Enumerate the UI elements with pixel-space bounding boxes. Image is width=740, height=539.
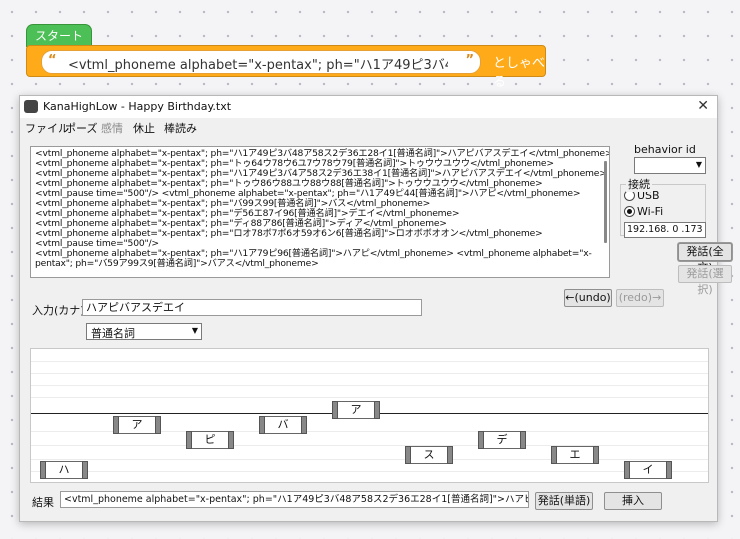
grid-line <box>31 445 708 446</box>
wifi-radio[interactable] <box>624 206 635 217</box>
speak-all-button[interactable]: 発話(全文) <box>678 243 732 274</box>
grid-line <box>31 385 708 386</box>
kana-input[interactable]: ハアピバアスデエイ <box>82 299 422 316</box>
speak-block[interactable]: “ <vtml_phoneme alphabet="x-pentax"; ph=… <box>26 45 546 90</box>
part-of-speech-select[interactable]: 普通名詞 ▼ <box>86 323 202 340</box>
window-title: KanaHighLow - Happy Birthday.txt <box>43 100 232 113</box>
redo-button[interactable]: (redo)→ <box>616 289 664 307</box>
close-icon[interactable]: ✕ <box>697 98 709 114</box>
vertical-scrollbar[interactable] <box>604 161 607 243</box>
pitch-editor[interactable]: ハ アピ バ アス デエイ <box>30 348 709 483</box>
connection-label: 接続 <box>626 176 652 192</box>
resize-handle-right[interactable] <box>520 431 526 449</box>
mora-kana: ピ <box>204 433 216 446</box>
behavior-id-select[interactable]: ▼ <box>634 157 706 174</box>
title-bar[interactable]: KanaHighLow - Happy Birthday.txt ✕ <box>20 96 717 118</box>
mora-box[interactable]: エ <box>551 446 599 464</box>
grid-line <box>31 397 708 398</box>
mora-kana: ス <box>423 448 435 461</box>
mora-kana: バ <box>277 418 289 431</box>
mora-box[interactable]: ピ <box>186 431 234 449</box>
open-quote-icon: “ <box>48 53 57 68</box>
result-label: 結果 <box>32 496 54 509</box>
mora-kana: イ <box>642 463 654 476</box>
speak-text-value: <vtml_phoneme alphabet="x-pentax"; ph="ハ… <box>68 58 448 73</box>
menu-pause[interactable]: ポーズ <box>65 120 97 136</box>
start-hat-block[interactable]: スタート <box>26 24 93 47</box>
mora-kana: デ <box>496 433 508 446</box>
resize-handle-left[interactable] <box>405 446 411 464</box>
mora-box[interactable]: ア <box>332 401 380 419</box>
resize-handle-left[interactable] <box>259 416 265 434</box>
menu-rest[interactable]: 休止 <box>133 120 155 136</box>
mora-box[interactable]: イ <box>624 461 672 479</box>
resize-handle-left[interactable] <box>186 431 192 449</box>
wifi-label: Wi-Fi <box>637 205 664 218</box>
resize-handle-left[interactable] <box>40 461 46 479</box>
mora-kana: ア <box>350 403 362 416</box>
mora-box[interactable]: ス <box>405 446 453 464</box>
mora-kana: ハ <box>58 463 70 476</box>
kanahighlow-window: KanaHighLow - Happy Birthday.txt ✕ ファイル … <box>19 95 732 522</box>
resize-handle-left[interactable] <box>624 461 630 479</box>
mora-box[interactable]: ハ <box>40 461 88 479</box>
close-quote-icon: ” <box>465 53 474 68</box>
part-of-speech-value: 普通名詞 <box>91 327 135 340</box>
vtml-text-area[interactable]: <vtml_phoneme alphabet="x-pentax"; ph="ハ… <box>30 146 610 278</box>
start-hat-label: スタート <box>35 29 84 43</box>
speak-text-input[interactable]: “ <vtml_phoneme alphabet="x-pentax"; ph=… <box>41 50 481 74</box>
resize-handle-right[interactable] <box>593 446 599 464</box>
resize-handle-right[interactable] <box>301 416 307 434</box>
resize-handle-left[interactable] <box>332 401 338 419</box>
insert-button[interactable]: 挿入 <box>604 492 662 510</box>
grid-line <box>31 471 708 472</box>
ip-address-field[interactable]: 192.168. 0 .173 <box>624 222 706 238</box>
mora-kana: ア <box>131 418 143 431</box>
menu-bar: ファイル ポーズ 感情 休止 棒読み <box>20 118 717 136</box>
speak-word-button[interactable]: 発話(単語) <box>535 492 593 510</box>
grid-line <box>31 361 708 362</box>
mora-box[interactable]: ア <box>113 416 161 434</box>
menu-file[interactable]: ファイル <box>25 120 69 136</box>
chevron-down-icon: ▼ <box>191 326 198 335</box>
speak-block-label: としゃべる <box>493 56 546 90</box>
resize-handle-left[interactable] <box>551 446 557 464</box>
grid-line <box>31 373 708 374</box>
mora-box[interactable]: デ <box>478 431 526 449</box>
speak-selection-button[interactable]: 発話(選択) <box>678 265 732 296</box>
mora-box[interactable]: バ <box>259 416 307 434</box>
undo-button[interactable]: ←(undo) <box>564 289 612 307</box>
kana-input-label: 入力(カナ) <box>32 304 85 317</box>
resize-handle-left[interactable] <box>113 416 119 434</box>
result-field[interactable]: <vtml_phoneme alphabet="x-pentax"; ph="ハ… <box>60 491 529 508</box>
resize-handle-right[interactable] <box>82 461 88 479</box>
resize-handle-right[interactable] <box>666 461 672 479</box>
resize-handle-right[interactable] <box>228 431 234 449</box>
resize-handle-left[interactable] <box>478 431 484 449</box>
grid-line <box>31 459 708 460</box>
resize-handle-right[interactable] <box>155 416 161 434</box>
chevron-down-icon: ▼ <box>695 160 702 169</box>
resize-handle-right[interactable] <box>447 446 453 464</box>
mora-kana: エ <box>569 448 581 461</box>
behavior-id-label: behavior id <box>634 143 696 156</box>
menu-emotion[interactable]: 感情 <box>101 120 123 136</box>
resize-handle-right[interactable] <box>374 401 380 419</box>
menu-monotone[interactable]: 棒読み <box>164 120 197 136</box>
app-icon <box>24 100 38 113</box>
code-line: pentax"; ph="バ59ア99ス9[普通名詞]">バアス</vtml_p… <box>35 258 319 269</box>
